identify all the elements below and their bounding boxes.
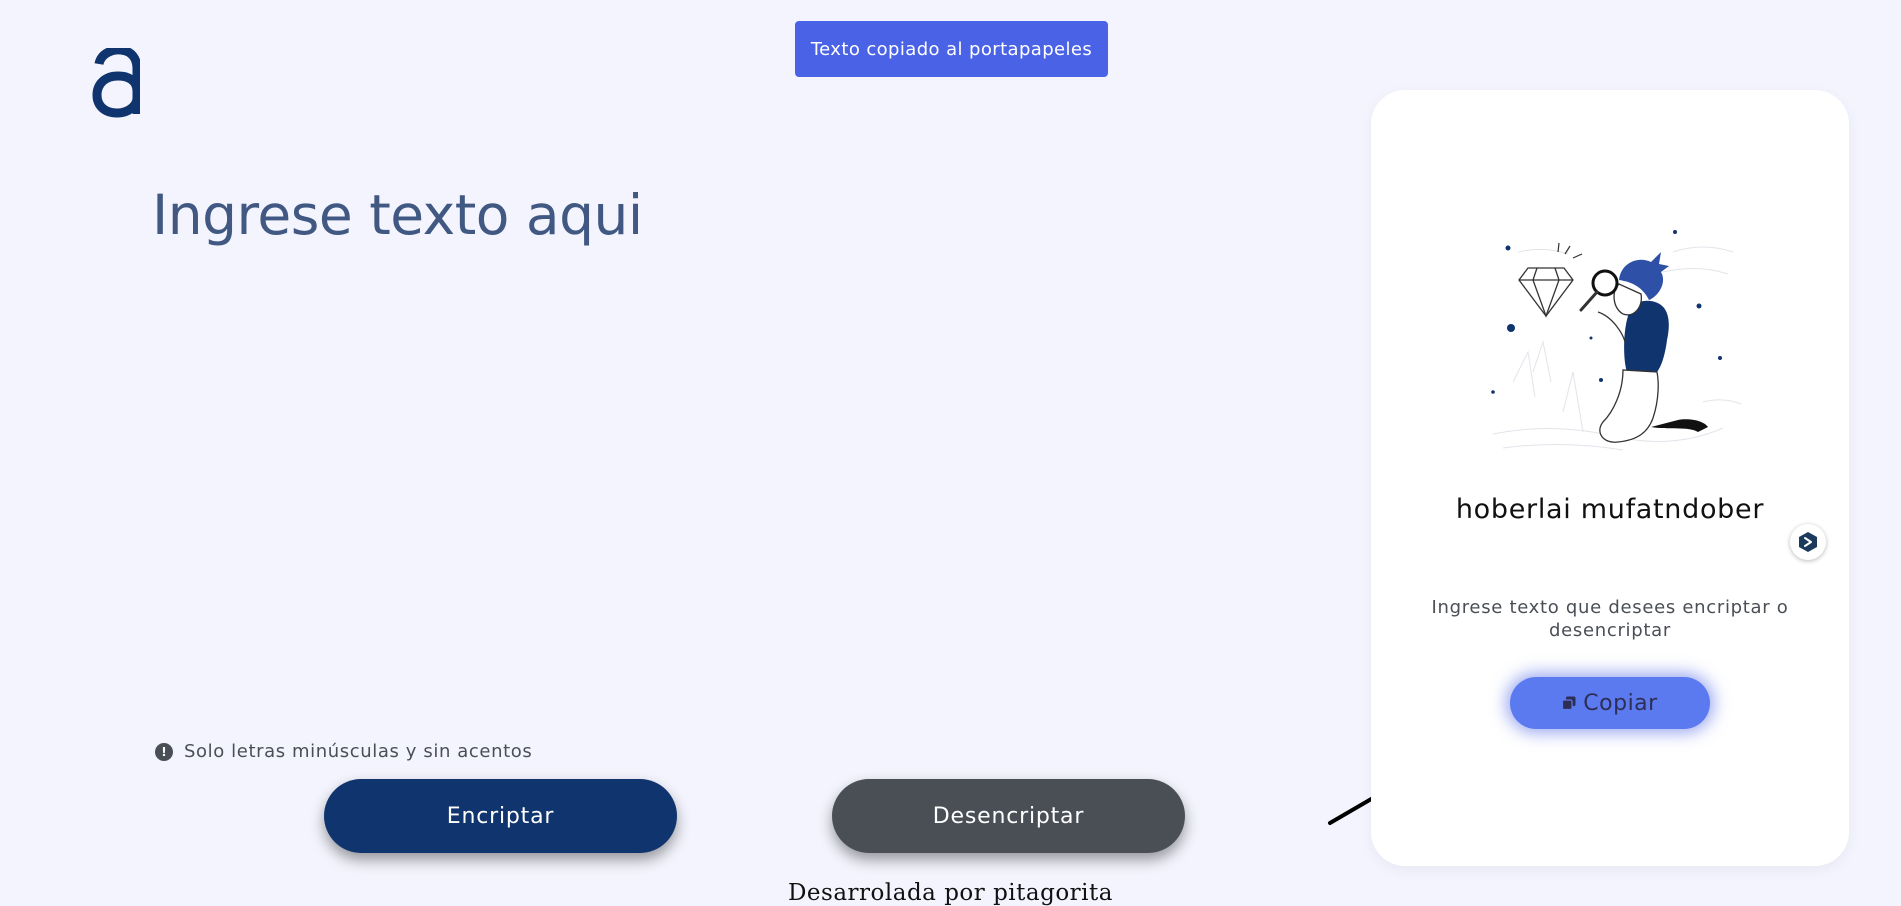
copy-button-label: Copiar [1583, 690, 1658, 716]
instructions-text: Ingrese texto que desees encriptar o des… [1431, 597, 1789, 641]
person-with-magnifier-illustration [1491, 230, 1742, 451]
copy-button[interactable]: Copiar [1510, 677, 1710, 729]
extension-icon [1799, 532, 1817, 552]
input-hint: ! Solo letras minúsculas y sin acentos [155, 741, 532, 762]
footer-credit: Desarrolada por pitagorita [787, 880, 1113, 906]
hint-text: Solo letras minúsculas y sin acentos [184, 741, 533, 762]
text-input-placeholder[interactable]: Ingrese texto aqui [152, 183, 643, 247]
extension-floating-button[interactable] [1790, 524, 1826, 560]
app-logo [92, 48, 140, 118]
output-card: hoberlai mufatndober Ingrese texto que d… [1371, 90, 1849, 866]
exclamation-circle-icon: ! [155, 742, 173, 761]
result-text: hoberlai mufatndober [1455, 494, 1765, 525]
encrypt-button[interactable]: Encriptar [324, 779, 677, 853]
copy-icon [1562, 696, 1576, 710]
copied-toast: Texto copiado al portapapeles [795, 21, 1108, 77]
decrypt-button[interactable]: Desencriptar [832, 779, 1185, 853]
